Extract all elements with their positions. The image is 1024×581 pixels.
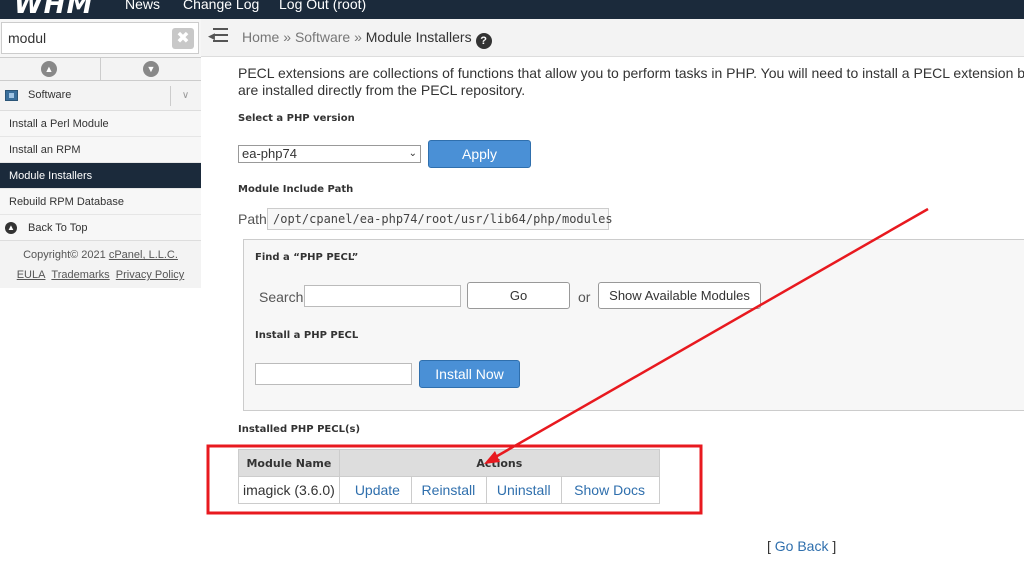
category-label: Software <box>28 89 72 101</box>
collapse-all-icon[interactable]: ▲ <box>41 61 57 77</box>
sidebar-item-rebuild-rpm-database[interactable]: Rebuild RPM Database <box>0 189 201 215</box>
nav-news[interactable]: News <box>125 0 160 12</box>
privacy-policy-link[interactable]: Privacy Policy <box>116 269 184 281</box>
show-docs-cell: Show Docs <box>561 476 660 504</box>
sidebar-item-module-installers[interactable]: Module Installers <box>0 163 201 189</box>
breadcrumb: Home » Software » Module Installers? <box>242 29 492 49</box>
column-actions: Actions <box>338 449 660 477</box>
clear-search-icon[interactable]: ✖ <box>172 28 194 49</box>
breadcrumb-software[interactable]: Software <box>295 29 350 45</box>
expand-all-icon[interactable]: ▼ <box>143 61 159 77</box>
module-name-cell: imagick (3.6.0) <box>238 476 340 504</box>
eula-link[interactable]: EULA <box>17 269 46 281</box>
breadcrumb-bar: ◀ Home » Software » Module Installers? <box>201 19 1024 57</box>
sidebar: ✖ ▲ ▼ Software ∨ Install a Perl Module I… <box>0 19 201 581</box>
arrow-up-icon: ▲ <box>5 222 17 234</box>
breadcrumb-separator: » <box>350 29 366 45</box>
table-header-row: Module Name Actions <box>238 449 660 477</box>
whm-logo[interactable]: WHM <box>14 0 93 19</box>
chevron-down-icon: ⌄ <box>408 148 417 159</box>
php-version-value: ea-php74 <box>242 146 297 161</box>
table-row: imagick (3.6.0) Update Reinstall Uninsta… <box>238 476 660 504</box>
uninstall-link[interactable]: Uninstall <box>497 482 551 498</box>
go-back-link[interactable]: Go Back <box>775 538 829 554</box>
update-link[interactable]: Update <box>355 482 400 498</box>
footer-links: EULA Trademarks Privacy Policy <box>0 269 201 281</box>
page-title: Module Installers <box>365 29 472 45</box>
collapse-controls: ▲ ▼ <box>0 58 201 81</box>
sidebar-item-install-rpm[interactable]: Install an RPM <box>0 137 201 163</box>
breadcrumb-separator: » <box>279 29 295 45</box>
pecl-panel <box>243 239 1024 411</box>
apply-button[interactable]: Apply <box>428 140 531 168</box>
go-back: [ Go Back ] <box>767 538 836 554</box>
installed-pecls-heading: Installed PHP PECL(s) <box>238 424 361 435</box>
or-label: or <box>578 289 591 305</box>
nav-logout[interactable]: Log Out (root) <box>279 0 366 12</box>
intro-text: PECL extensions are collections of funct… <box>238 65 1024 99</box>
divider <box>100 58 101 81</box>
update-cell: Update <box>338 476 412 504</box>
help-icon[interactable]: ? <box>475 33 492 49</box>
search-label: Search <box>259 289 304 305</box>
php-version-select[interactable]: ea-php74 ⌄ <box>238 145 421 163</box>
back-to-top-label: Back To Top <box>28 222 88 234</box>
install-now-button[interactable]: Install Now <box>419 360 520 388</box>
go-button[interactable]: Go <box>467 282 570 309</box>
menu-toggle-icon[interactable]: ◀ <box>208 28 228 42</box>
intro-line-2: are installed directly from the PECL rep… <box>238 82 526 98</box>
sidebar-search-input[interactable] <box>1 22 199 54</box>
show-available-modules-button[interactable]: Show Available Modules <box>598 282 761 309</box>
module-path-value: /opt/cpanel/ea-php74/root/usr/lib64/php/… <box>267 208 613 230</box>
software-icon <box>5 90 18 101</box>
pecl-search-input[interactable] <box>304 285 461 307</box>
bracket-close: ] <box>828 538 837 554</box>
path-label: Path <box>238 211 267 227</box>
copyright-text: Copyright© 2021 <box>23 249 109 261</box>
trademarks-link[interactable]: Trademarks <box>51 269 109 281</box>
copyright-line: Copyright© 2021 cPanel, L.L.C. <box>0 249 201 261</box>
sidebar-search: ✖ <box>0 19 201 58</box>
find-pecl-heading: Find a “PHP PECL” <box>255 252 359 263</box>
reinstall-link[interactable]: Reinstall <box>422 482 476 498</box>
show-docs-link[interactable]: Show Docs <box>574 482 645 498</box>
select-php-heading: Select a PHP version <box>238 113 355 124</box>
nav-change-log[interactable]: Change Log <box>183 0 259 12</box>
installed-modules-table: Module Name Actions imagick (3.6.0) Upda… <box>238 449 660 504</box>
category-software[interactable]: Software ∨ <box>0 81 201 111</box>
back-to-top[interactable]: ▲ Back To Top <box>0 215 201 241</box>
uninstall-cell: Uninstall <box>486 476 563 504</box>
column-module-name: Module Name <box>238 449 340 477</box>
breadcrumb-home[interactable]: Home <box>242 29 279 45</box>
chevron-down-icon[interactable]: ∨ <box>170 86 200 106</box>
install-pecl-input[interactable] <box>255 363 412 385</box>
sidebar-item-install-perl-module[interactable]: Install a Perl Module <box>0 111 201 137</box>
install-pecl-heading: Install a PHP PECL <box>255 330 359 341</box>
sidebar-footer: Copyright© 2021 cPanel, L.L.C. EULA Trad… <box>0 241 201 288</box>
bracket-open: [ <box>767 538 775 554</box>
top-bar: WHM News Change Log Log Out (root) <box>0 0 1024 19</box>
cpanel-link[interactable]: cPanel, L.L.C. <box>109 249 178 261</box>
reinstall-cell: Reinstall <box>411 476 487 504</box>
intro-line-1: PECL extensions are collections of funct… <box>238 65 1024 81</box>
module-include-path-heading: Module Include Path <box>238 184 354 195</box>
